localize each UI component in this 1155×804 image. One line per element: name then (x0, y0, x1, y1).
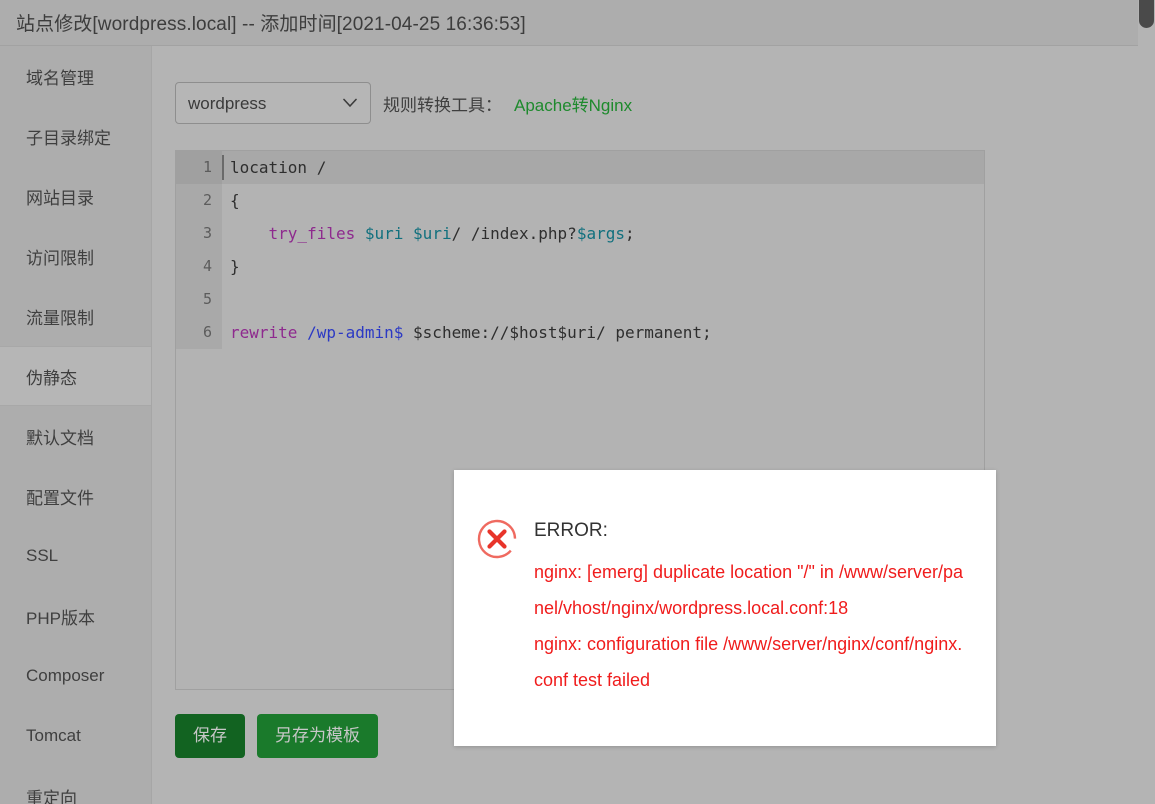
sidebar-item-10[interactable]: Composer (0, 646, 151, 706)
sidebar-item-label: 伪静态 (26, 368, 77, 388)
code-token: try_files (268, 224, 356, 243)
sidebar-item-7[interactable]: 配置文件 (0, 466, 151, 526)
error-dialog-heading: ERROR: (534, 520, 608, 541)
window-header: 站点修改[wordpress.local] -- 添加时间[2021-04-25… (0, 0, 1155, 46)
sidebar-item-9[interactable]: PHP版本 (0, 586, 151, 646)
error-dialog-message: nginx: [emerg] duplicate location "/" in… (534, 562, 963, 690)
code-line-text: } (222, 250, 984, 283)
sidebar-item-label: SSL (26, 546, 59, 565)
save-button[interactable]: 保存 (175, 714, 245, 758)
converter-label: 规则转换工具： (383, 95, 502, 115)
code-token: } (230, 257, 240, 276)
code-line-text: try_files $uri $uri/ /index.php?$args; (222, 217, 984, 250)
code-line-text: rewrite /wp-admin$ $scheme://$host$uri/ … (222, 316, 984, 349)
sidebar-item-3[interactable]: 访问限制 (0, 226, 151, 286)
action-button-row: 保存 另存为模板 (175, 714, 378, 758)
sidebar-item-4[interactable]: 流量限制 (0, 286, 151, 346)
code-token: $uri (413, 224, 452, 243)
template-select-wrapper: wordpress (175, 82, 371, 124)
sidebar-item-6[interactable]: 默认文档 (0, 406, 151, 466)
sidebar-item-1[interactable]: 子目录绑定 (0, 106, 151, 166)
code-line[interactable]: 1 location / (176, 151, 984, 184)
sidebar-item-label: 默认文档 (26, 428, 94, 448)
line-number: 6 (176, 316, 222, 349)
sidebar-item-12[interactable]: 重定向 (0, 766, 151, 804)
code-token: / /index.php? (451, 224, 577, 243)
sidebar-item-label: 子目录绑定 (26, 128, 111, 148)
rewrite-template-select[interactable]: wordpress (175, 82, 371, 124)
sidebar-item-label: 访问限制 (26, 248, 94, 268)
line-number: 4 (176, 250, 222, 283)
code-line[interactable]: 5 (176, 283, 984, 316)
sidebar-item-label: 配置文件 (26, 488, 94, 508)
sidebar-item-0[interactable]: 域名管理 (0, 46, 151, 106)
window-scrollbar-thumb[interactable] (1139, 0, 1154, 28)
code-token: $scheme://$host$uri/ permanent; (403, 323, 712, 342)
code-line[interactable]: 3 try_files $uri $uri/ /index.php?$args; (176, 217, 984, 250)
code-token: location / (230, 158, 327, 177)
code-token: $uri (364, 224, 404, 243)
save-as-template-button[interactable]: 另存为模板 (257, 714, 378, 758)
editor-toolbar: wordpress 规则转换工具： Apache转Nginx (175, 82, 632, 124)
sidebar-item-8[interactable]: SSL (0, 526, 151, 586)
code-token: { (230, 191, 240, 210)
code-line-text (222, 283, 984, 316)
error-dialog: ERROR: nginx: [emerg] duplicate location… (454, 470, 996, 746)
line-number: 5 (176, 283, 222, 316)
sidebar-item-label: 重定向 (26, 788, 77, 804)
code-token: ; (624, 224, 635, 243)
code-token: /wp-admin$ (307, 323, 404, 342)
sidebar-item-11[interactable]: Tomcat (0, 706, 151, 766)
window-scrollbar-track[interactable] (1138, 0, 1155, 804)
sidebar-item-label: 域名管理 (26, 68, 94, 88)
code-token: $args (576, 224, 625, 243)
line-number: 2 (176, 184, 222, 217)
error-circle-x-icon (476, 518, 518, 560)
sidebar-item-label: PHP版本 (26, 608, 95, 628)
code-token: rewrite (230, 323, 298, 342)
sidebar-item-label: Composer (26, 666, 105, 685)
sidebar-item-label: 网站目录 (26, 188, 94, 208)
main-content: wordpress 规则转换工具： Apache转Nginx 1 location… (153, 46, 1155, 804)
sidebar-item-2[interactable]: 网站目录 (0, 166, 151, 226)
code-line[interactable]: 4} (176, 250, 984, 283)
sidebar-item-label: 流量限制 (26, 308, 94, 328)
sidebar-item-label: Tomcat (26, 726, 81, 745)
code-line-text: location / (222, 151, 984, 184)
sidebar-item-5[interactable]: 伪静态 (0, 346, 151, 406)
apache-to-nginx-link[interactable]: Apache转Nginx (514, 91, 632, 116)
code-line[interactable]: 2{ (176, 184, 984, 217)
sidebar-nav: 域名管理子目录绑定网站目录访问限制流量限制伪静态默认文档配置文件 SSL PHP版本… (0, 46, 152, 804)
code-line-text: { (222, 184, 984, 217)
error-dialog-body: ERROR: nginx: [emerg] duplicate location… (534, 498, 966, 722)
line-number: 1 (176, 151, 222, 184)
line-number: 3 (176, 217, 222, 250)
page-title: 站点修改[wordpress.local] -- 添加时间[2021-04-25… (16, 14, 526, 35)
code-line[interactable]: 6 rewrite /wp-admin$ $scheme://$host$uri/… (176, 316, 984, 349)
site-edit-window: 站点修改[wordpress.local] -- 添加时间[2021-04-25… (0, 0, 1155, 804)
